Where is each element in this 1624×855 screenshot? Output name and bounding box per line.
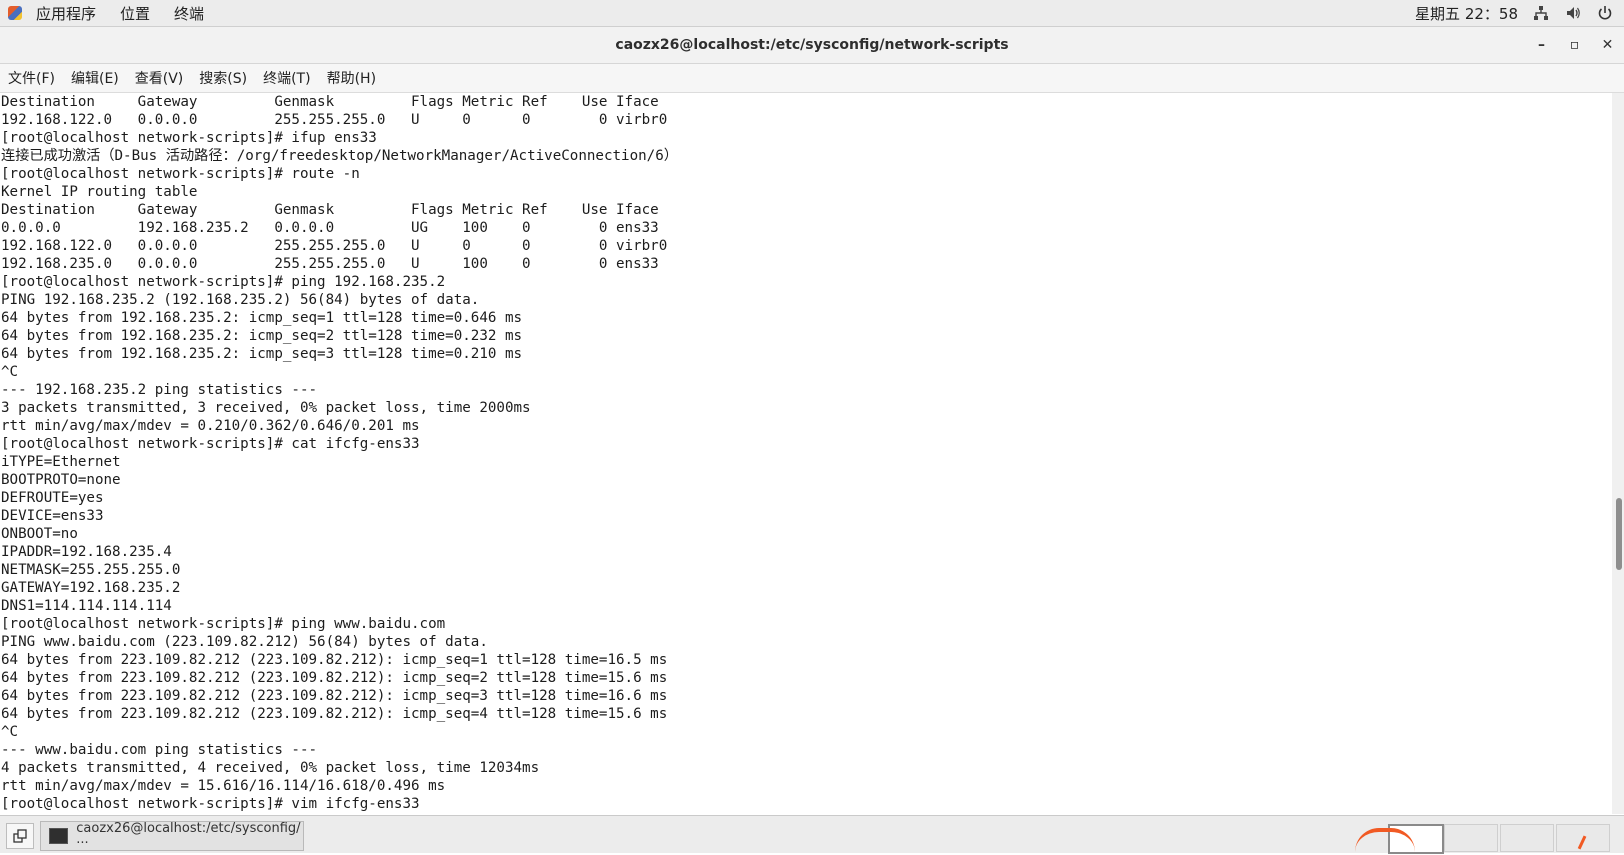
- clock[interactable]: 星期五 22：58: [1415, 3, 1518, 24]
- terminal-line: --- 192.168.235.2 ping statistics ---: [1, 382, 318, 398]
- terminal-icon: [49, 828, 69, 844]
- terminal-line: IPADDR=192.168.235.4: [1, 544, 172, 560]
- terminal-line: [root@localhost network-scripts]# ifup e…: [1, 130, 377, 146]
- terminal-line: BOOTPROTO=none: [1, 472, 121, 488]
- top-panel: 应用程序 位置 终端 星期五 22：58: [0, 0, 1624, 27]
- volume-icon[interactable]: [1564, 4, 1582, 22]
- terminal-line: [root@localhost network-scripts]# ping 1…: [1, 274, 446, 290]
- workspace-2[interactable]: [1444, 824, 1498, 852]
- terminal-line: 64 bytes from 223.109.82.212 (223.109.82…: [1, 706, 668, 722]
- applications-icon[interactable]: [8, 6, 22, 20]
- window-controls: – ▫ ✕: [1525, 27, 1624, 63]
- system-tray: 星期五 22：58: [1415, 0, 1614, 26]
- terminal-line: 64 bytes from 223.109.82.212 (223.109.82…: [1, 652, 668, 668]
- menu-help[interactable]: 帮助(H): [319, 68, 384, 88]
- terminal-line: --- www.baidu.com ping statistics ---: [1, 742, 318, 758]
- terminal-line: PING www.baidu.com (223.109.82.212) 56(8…: [1, 634, 488, 650]
- menu-places[interactable]: 位置: [108, 3, 162, 24]
- terminal-line: [root@localhost network-scripts]# vim if…: [1, 796, 420, 812]
- terminal-line: [root@localhost network-scripts]# ping w…: [1, 616, 446, 632]
- window-title-bar[interactable]: caozx26@localhost:/etc/sysconfig/network…: [0, 27, 1624, 64]
- menu-terminal[interactable]: 终端: [162, 3, 216, 24]
- top-menu: 应用程序 位置 终端: [24, 0, 216, 26]
- menu-terminal-options[interactable]: 终端(T): [255, 68, 318, 88]
- terminal-line: ONBOOT=no: [1, 526, 78, 542]
- terminal-line: 64 bytes from 223.109.82.212 (223.109.82…: [1, 670, 668, 686]
- terminal-line: [root@localhost network-scripts]# cat if…: [1, 436, 420, 452]
- scrollbar-thumb[interactable]: [1616, 498, 1622, 570]
- terminal-line: GATEWAY=192.168.235.2: [1, 580, 181, 596]
- terminal-line: ^C: [1, 364, 19, 380]
- taskbar-terminal-window[interactable]: caozx26@localhost:/etc/sysconfig/···: [40, 821, 304, 851]
- terminal-line: 3 packets transmitted, 3 received, 0% pa…: [1, 400, 531, 416]
- taskbar-window-label: caozx26@localhost:/etc/sysconfig/···: [76, 821, 301, 851]
- terminal-line: DEFROUTE=yes: [1, 490, 104, 506]
- terminal-line: 0.0.0.0 192.168.235.2 0.0.0.0 UG 100 0 0…: [1, 220, 659, 236]
- terminal-line: 4 packets transmitted, 4 received, 0% pa…: [1, 760, 540, 776]
- terminal-line: Destination Gateway Genmask Flags Metric…: [1, 202, 659, 218]
- terminal-line: 192.168.122.0 0.0.0.0 255.255.255.0 U 0 …: [1, 112, 668, 128]
- terminal-line: DNS1=114.114.114.114: [1, 598, 172, 614]
- terminal-menu-bar: 文件(F) 编辑(E) 查看(V) 搜索(S) 终端(T) 帮助(H): [0, 64, 1624, 93]
- terminal-output[interactable]: Destination Gateway Genmask Flags Metric…: [0, 93, 1612, 814]
- maximize-button[interactable]: ▫: [1558, 27, 1591, 63]
- terminal-line: rtt min/avg/max/mdev = 0.210/0.362/0.646…: [1, 418, 420, 434]
- terminal-line: ^C: [1, 724, 19, 740]
- show-desktop-button[interactable]: [6, 823, 34, 849]
- terminal-line: 64 bytes from 223.109.82.212 (223.109.82…: [1, 688, 668, 704]
- terminal-text[interactable]: Destination Gateway Genmask Flags Metric…: [0, 93, 1612, 813]
- workspace-3[interactable]: [1500, 824, 1554, 852]
- menu-edit[interactable]: 编辑(E): [63, 68, 127, 88]
- menu-view[interactable]: 查看(V): [127, 68, 192, 88]
- menu-applications[interactable]: 应用程序: [24, 3, 108, 24]
- terminal-line: NETMASK=255.255.255.0: [1, 562, 181, 578]
- terminal-line: [root@localhost network-scripts]# route …: [1, 166, 360, 182]
- network-icon[interactable]: [1532, 4, 1550, 22]
- terminal-line: PING 192.168.235.2 (192.168.235.2) 56(84…: [1, 292, 480, 308]
- terminal-line: 192.168.235.0 0.0.0.0 255.255.255.0 U 10…: [1, 256, 659, 272]
- terminal-scrollbar[interactable]: [1612, 93, 1624, 814]
- terminal-line: 64 bytes from 192.168.235.2: icmp_seq=2 …: [1, 328, 523, 344]
- terminal-line: DEVICE=ens33: [1, 508, 104, 524]
- terminal-line: 192.168.122.0 0.0.0.0 255.255.255.0 U 0 …: [1, 238, 668, 254]
- close-button[interactable]: ✕: [1591, 27, 1624, 63]
- terminal-line: iTYPE=Ethernet: [1, 454, 121, 470]
- menu-file[interactable]: 文件(F): [0, 68, 63, 88]
- menu-search[interactable]: 搜索(S): [191, 68, 255, 88]
- terminal-line: 64 bytes from 192.168.235.2: icmp_seq=1 …: [1, 310, 523, 326]
- power-icon[interactable]: [1596, 4, 1614, 22]
- terminal-line: Destination Gateway Genmask Flags Metric…: [1, 94, 659, 110]
- terminal-line: 64 bytes from 192.168.235.2: icmp_seq=3 …: [1, 346, 523, 362]
- terminal-line: 连接已成功激活（D-Bus 活动路径：/org/freedesktop/Netw…: [1, 148, 678, 164]
- minimize-button[interactable]: –: [1525, 27, 1558, 63]
- terminal-line: rtt min/avg/max/mdev = 15.616/16.114/16.…: [1, 778, 446, 794]
- window-title: caozx26@localhost:/etc/sysconfig/network…: [615, 37, 1009, 53]
- terminal-line: Kernel IP routing table: [1, 184, 198, 200]
